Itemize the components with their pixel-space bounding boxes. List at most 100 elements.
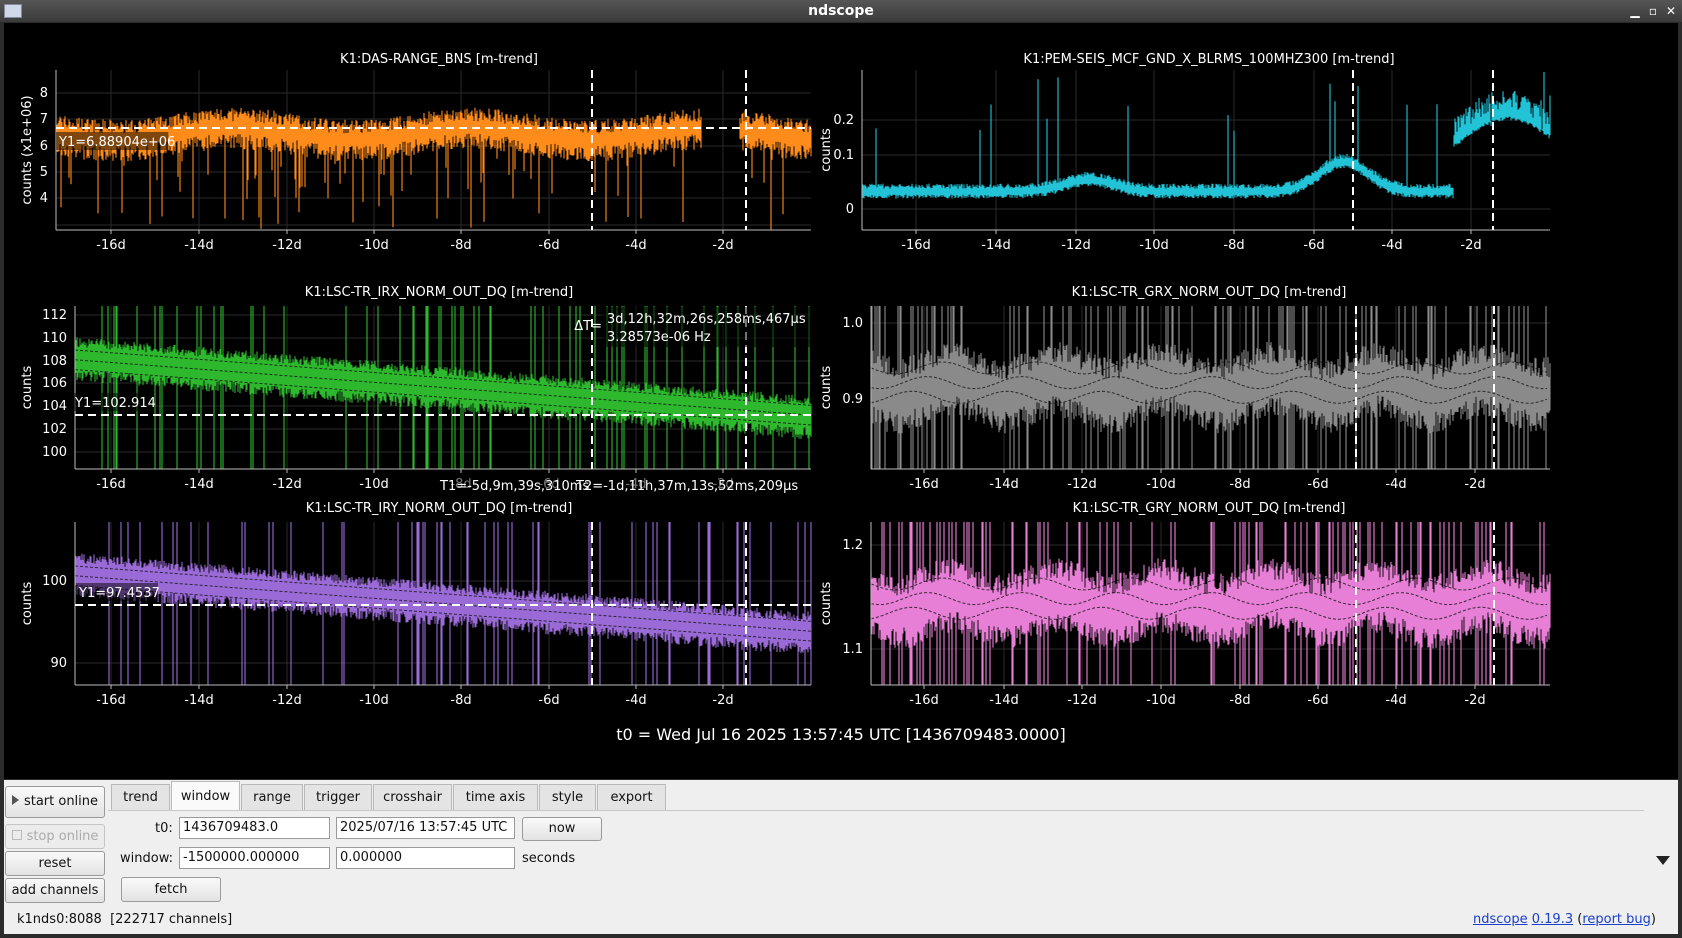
t0-gps-input[interactable]: 1436709483.0: [179, 817, 330, 839]
y-tick-label: 1.1: [842, 642, 863, 657]
x-tick-label: -16d: [909, 477, 939, 492]
x-tick-label: -12d: [1061, 238, 1091, 253]
x-tick-label: -8d: [1223, 238, 1244, 253]
y-cursor-label: Y1=97.4537: [78, 586, 160, 601]
start-online-button[interactable]: start online: [5, 786, 105, 818]
y-axis-label: counts: [819, 366, 834, 410]
x-tick-label: -12d: [272, 477, 302, 492]
x-tick-label: -14d: [981, 238, 1011, 253]
stop-icon: [11, 830, 22, 840]
minimize-icon[interactable]: ▁: [1626, 0, 1644, 22]
y-tick-label: 4: [40, 191, 48, 206]
delta-t-prefix: ΔT=: [574, 319, 602, 334]
delta-t-label: 3d,12h,32m,26s,258ms,467µs: [607, 312, 806, 327]
x-tick-label: -12d: [272, 238, 302, 253]
y-tick-label: 5: [40, 165, 48, 180]
reset-button[interactable]: reset: [5, 851, 105, 876]
x-tick-label: -4d: [625, 238, 646, 253]
close-icon[interactable]: ✕: [1662, 0, 1680, 22]
x-tick-label: -4d: [625, 693, 646, 708]
y-axis-label: counts: [20, 366, 35, 410]
x-tick-label: -10d: [1139, 238, 1169, 253]
tab-export[interactable]: export: [597, 784, 666, 810]
x-tick-label: -6d: [538, 693, 559, 708]
t0-utc-input[interactable]: 2025/07/16 13:57:45 UTC: [336, 817, 515, 839]
data-trace: [74, 522, 812, 685]
maximize-icon[interactable]: ▫: [1644, 0, 1662, 22]
stop-online-button[interactable]: stop online: [5, 824, 105, 849]
x-tick-label: -6d: [1307, 477, 1328, 492]
x-tick-label: -16d: [96, 477, 126, 492]
report-bug-link[interactable]: report bug: [1582, 912, 1651, 927]
plot-title: K1:LSC-TR_IRY_NORM_OUT_DQ [m-trend]: [306, 501, 573, 516]
y-axis-label: counts: [819, 582, 834, 626]
data-trace: [870, 306, 1551, 469]
y-tick-label: 90: [50, 656, 67, 671]
x-tick-label: -14d: [989, 693, 1019, 708]
play-icon: [11, 795, 19, 805]
tab-style[interactable]: style: [539, 784, 596, 810]
x-tick-label: -16d: [909, 693, 939, 708]
now-button[interactable]: now: [522, 817, 602, 841]
tab-crosshair[interactable]: crosshair: [373, 784, 452, 810]
y-tick-label: 7: [40, 112, 48, 127]
x-tick-label: -8d: [1229, 693, 1250, 708]
tab-divider: [108, 810, 1644, 811]
x-tick-label: -4d: [1381, 238, 1402, 253]
x-tick-label: -14d: [184, 693, 214, 708]
plot-tr-grx: K1:LSC-TR_GRX_NORM_OUT_DQ [m-trend] -16d -…: [819, 285, 1551, 492]
tab-time-axis[interactable]: time axis: [453, 784, 538, 810]
window-start-input[interactable]: -1500000.000000: [179, 847, 330, 869]
window-field-label: window:: [120, 851, 173, 866]
tab-range[interactable]: range: [241, 784, 303, 810]
y-tick-label: 106: [42, 376, 67, 391]
data-trace: [55, 107, 812, 230]
expand-panel-icon[interactable]: [1656, 856, 1670, 865]
plots-canvas[interactable]: K1:DAS-RANGE_BNS [m-trend] -16d -14d -12d -1…: [4, 23, 1678, 779]
x-tick-label: -12d: [272, 693, 302, 708]
y-tick-label: 108: [42, 354, 67, 369]
app-links: ndscope 0.19.3 (report bug): [1472, 912, 1656, 927]
x-tick-label: -2d: [1464, 477, 1485, 492]
y-tick-label: 112: [42, 308, 67, 323]
server-address: k1nds0:8088: [17, 912, 102, 927]
ndscope-link[interactable]: ndscope: [1473, 912, 1528, 927]
seconds-label: seconds: [522, 851, 576, 866]
y-tick-label: 0.9: [842, 392, 863, 407]
tab-window[interactable]: window: [171, 781, 240, 810]
tab-trend[interactable]: trend: [111, 784, 170, 810]
plot-tr-gry: K1:LSC-TR_GRY_NORM_OUT_DQ [m-trend] -16d -…: [819, 501, 1551, 708]
x-tick-label: -12d: [1067, 477, 1097, 492]
version-link[interactable]: 0.19.3: [1532, 912, 1573, 927]
t0-label: t0 = Wed Jul 16 2025 13:57:45 UTC [14367…: [616, 725, 1066, 744]
plot-tr-irx: K1:LSC-TR_IRX_NORM_OUT_DQ [m-trend] -16d -…: [20, 285, 834, 496]
x-tick-label: -14d: [989, 477, 1019, 492]
plot-das-range: K1:DAS-RANGE_BNS [m-trend] -16d -14d -12d -1…: [20, 52, 812, 253]
y-axis-label: counts (x1e+06): [20, 95, 35, 204]
add-channels-button[interactable]: add channels: [5, 878, 105, 903]
plot-title: K1:LSC-TR_IRX_NORM_OUT_DQ [m-trend]: [305, 285, 573, 300]
y-axis-label: counts: [20, 582, 35, 626]
x-tick-label: -6d: [1303, 238, 1324, 253]
y-axis-label: counts: [819, 128, 834, 172]
plot-pem-seis: K1:PEM-SEIS_MCF_GND_X_BLRMS_100MHZ300 [m…: [819, 52, 1551, 253]
y-tick-label: 102: [42, 422, 67, 437]
window-title: ndscope: [808, 3, 874, 19]
data-trace: [870, 522, 1551, 685]
t2-label: T2=-1d,11h,37m,13s,52ms,209µs: [575, 479, 798, 494]
x-tick-label: -6d: [538, 238, 559, 253]
x-tick-label: -4d: [1385, 477, 1406, 492]
x-tick-label: -10d: [1146, 693, 1176, 708]
plot-title: K1:DAS-RANGE_BNS [m-trend]: [340, 52, 538, 67]
y-tick-label: 110: [42, 331, 67, 346]
window-end-input[interactable]: 0.000000: [336, 847, 515, 869]
plot-title: K1:LSC-TR_GRX_NORM_OUT_DQ [m-trend]: [1072, 285, 1347, 300]
x-tick-label: -6d: [1307, 693, 1328, 708]
x-tick-label: -2d: [1460, 238, 1481, 253]
x-tick-label: -2d: [1464, 693, 1485, 708]
tab-trigger[interactable]: trigger: [304, 784, 372, 810]
x-tick-label: -14d: [184, 238, 214, 253]
plot-area[interactable]: K1:DAS-RANGE_BNS [m-trend] -16d -14d -12d -1…: [4, 23, 1678, 779]
x-tick-label: -2d: [712, 693, 733, 708]
fetch-button[interactable]: fetch: [121, 877, 221, 902]
